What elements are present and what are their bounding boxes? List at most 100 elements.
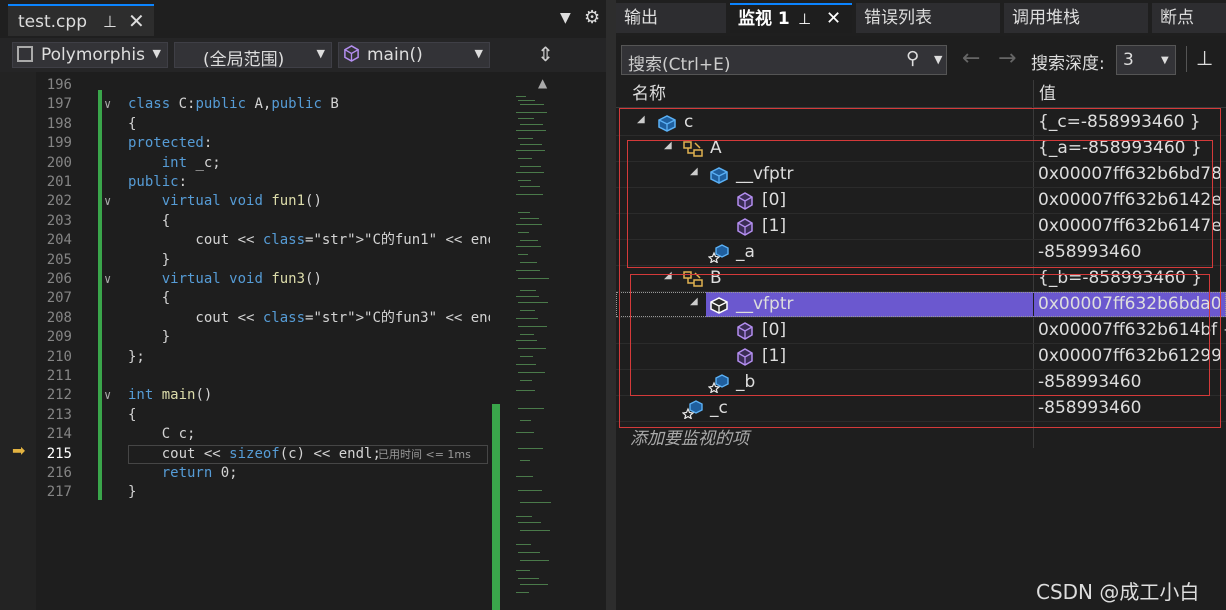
code-line[interactable]: 214 C c; — [0, 425, 490, 444]
code-line[interactable]: 207 { — [0, 289, 490, 308]
code-text: { — [128, 115, 137, 132]
minimap-line — [516, 340, 537, 341]
search-depth-label: 搜索深度: — [1031, 54, 1105, 74]
line-number: 202 — [46, 193, 72, 210]
scope-combo[interactable]: (全局范围) ▼ — [174, 42, 332, 70]
code-line[interactable]: 205 } — [0, 251, 490, 270]
code-area[interactable]: 196 197 ∨ class C:public A,public B 198 {199 p… — [0, 72, 513, 610]
code-text: { — [128, 406, 137, 423]
navigation-bar: Polymorphis ▼ (全局范围) ▼ main() ▼ — [0, 38, 606, 73]
minimap-change-bar — [492, 404, 500, 610]
code-line[interactable]: 202 ∨ virtual void fun1() — [0, 192, 490, 211]
minimap-line — [520, 460, 530, 461]
column-header-value[interactable]: 值 — [1033, 80, 1226, 108]
search-icon[interactable]: ⚲ — [906, 48, 919, 69]
fold-toggle-icon[interactable]: ∨ — [104, 192, 111, 211]
tab-breakpoints[interactable]: 断点 — [1152, 3, 1226, 33]
tab-list-dropdown-icon[interactable]: ▼ — [560, 10, 571, 26]
code-line[interactable]: 212 ∨ int main() — [0, 386, 490, 405]
execution-pointer-icon[interactable]: ➡ — [12, 441, 25, 460]
minimap-line — [518, 490, 542, 491]
code-line[interactable]: 203 { — [0, 212, 490, 231]
chevron-down-icon[interactable]: ▼ — [934, 53, 942, 66]
line-number: 205 — [46, 251, 72, 268]
column-header-name[interactable]: 名称 — [616, 80, 1032, 108]
code-line[interactable]: 215 cout << sizeof(c) << endl; 已用时间 <= 1m… — [0, 444, 490, 464]
code-line[interactable]: 217} — [0, 483, 490, 502]
fold-toggle-icon[interactable]: ∨ — [104, 386, 111, 405]
function-combo[interactable]: main() ▼ — [338, 42, 490, 68]
code-line[interactable]: 206 ∨ virtual void fun3() — [0, 270, 490, 289]
line-number: 214 — [46, 426, 72, 443]
arrow-right-icon[interactable]: → — [998, 46, 1016, 71]
minimap-line — [518, 522, 541, 523]
code-line[interactable]: 208 cout << class="str">"C的fun3" << endl… — [0, 309, 513, 328]
minimap-line — [518, 180, 531, 181]
minimap-line — [518, 326, 547, 327]
code-line[interactable]: 204 cout << class="str">"C的fun1" << endl… — [0, 231, 513, 250]
code-line[interactable]: 196 — [0, 76, 490, 95]
code-text: int main() — [128, 387, 213, 404]
code-line[interactable]: 211 — [0, 367, 490, 386]
code-line[interactable]: 200 int _c; — [0, 154, 490, 173]
tab-error-list[interactable]: 错误列表 — [856, 3, 1000, 33]
scroll-up-icon[interactable]: ▲ — [538, 76, 547, 90]
tab-output[interactable]: 输出 — [616, 3, 726, 33]
minimap-line — [516, 432, 534, 433]
minimap-line — [516, 194, 543, 195]
minimap-line — [520, 144, 542, 145]
minimap-line — [520, 104, 544, 105]
code-line[interactable]: 216 return 0; — [0, 464, 490, 483]
close-icon[interactable]: ✕ — [826, 5, 841, 33]
code-line[interactable]: 213 { — [0, 406, 490, 425]
tab-watch-1[interactable]: 监视 1 ⊥ ✕ — [730, 3, 852, 33]
code-line[interactable]: 199 protected: — [0, 134, 490, 153]
code-text: cout << sizeof(c) << endl; — [128, 445, 381, 462]
code-line[interactable]: 201 public: — [0, 173, 490, 192]
minimap-line — [518, 448, 543, 449]
minimap-line — [520, 262, 537, 263]
pane-divider[interactable] — [606, 0, 616, 610]
fold-toggle-icon[interactable]: ∨ — [104, 270, 111, 289]
code-line[interactable]: 198 { — [0, 115, 490, 134]
minimap-line — [520, 560, 549, 561]
function-combo-label: main() — [367, 45, 423, 65]
project-combo[interactable]: Polymorphis ▼ — [12, 42, 168, 68]
code-line[interactable]: 210}; — [0, 348, 490, 367]
line-number: 215 — [46, 445, 72, 462]
minimap-line — [518, 278, 549, 279]
pin-icon[interactable]: ⊥ — [1196, 46, 1213, 70]
minimap-line — [520, 356, 533, 357]
split-window-icon[interactable]: ⇕ — [537, 42, 554, 66]
code-text: } — [128, 484, 137, 501]
minimap-line — [520, 420, 531, 421]
search-placeholder: 搜索(Ctrl+E) — [628, 55, 731, 75]
minimap-line — [520, 310, 535, 311]
fold-toggle-icon[interactable]: ∨ — [104, 95, 111, 114]
minimap-line — [516, 516, 532, 517]
minimap-line — [520, 218, 539, 219]
code-text: int _c; — [161, 154, 221, 171]
line-number: 200 — [46, 154, 72, 171]
close-icon[interactable]: ✕ — [128, 9, 145, 33]
highlight-box-b — [630, 274, 1210, 396]
code-line[interactable]: 209 } — [0, 328, 490, 347]
minimap-line — [516, 172, 544, 173]
code-line[interactable]: 197 ∨ class C:public A,public B — [0, 95, 490, 114]
code-text: virtual void fun3() — [161, 271, 322, 287]
pin-icon[interactable]: ⊥ — [103, 12, 117, 31]
minimap-line — [518, 372, 545, 373]
minimap-line — [516, 130, 546, 131]
minimap-line — [520, 186, 540, 187]
minimap-line — [516, 364, 536, 365]
minimap-line — [516, 246, 541, 247]
search-input[interactable]: 搜索(Ctrl+E) ⚲ ▼ — [621, 45, 947, 75]
pin-icon[interactable]: ⊥ — [798, 5, 811, 33]
editor-tab-test-cpp[interactable]: test.cpp ⊥ ✕ — [8, 4, 154, 36]
tab-call-stack[interactable]: 调用堆栈 — [1004, 3, 1148, 33]
search-depth-select[interactable]: 3 ▼ — [1116, 45, 1176, 75]
arrow-left-icon[interactable]: ← — [962, 46, 980, 71]
gear-icon[interactable]: ⚙ — [584, 7, 600, 28]
minimap-line — [518, 302, 548, 303]
line-number: 213 — [46, 406, 72, 423]
